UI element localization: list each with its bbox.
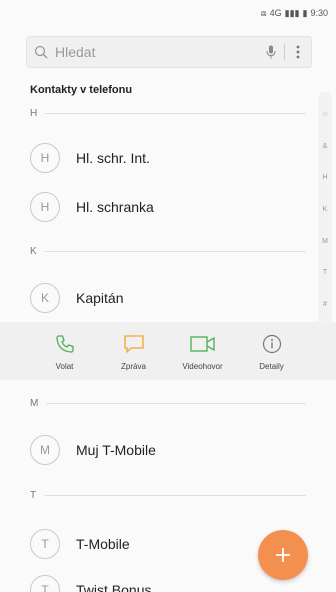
video-icon bbox=[189, 332, 216, 356]
add-contact-button[interactable] bbox=[258, 530, 308, 580]
group-header-h: H bbox=[30, 108, 306, 119]
contact-item[interactable]: T Twist Bonus bbox=[30, 572, 300, 592]
index-letter-m[interactable]: M bbox=[322, 238, 328, 245]
contact-name: Hl. schranka bbox=[76, 199, 154, 215]
index-letter-t[interactable]: T bbox=[323, 269, 327, 276]
divider bbox=[45, 113, 306, 114]
signal-icon: ▮▮▮ bbox=[284, 7, 300, 18]
contact-item[interactable]: H Hl. schr. Int. bbox=[30, 140, 300, 176]
details-button[interactable]: Detaily bbox=[242, 332, 302, 371]
status-bar: ⧈ 4G ▮▮▮ ▮ 9:30 bbox=[0, 0, 336, 26]
index-favorites[interactable]: ☆ bbox=[322, 110, 328, 118]
call-label: Volat bbox=[55, 361, 74, 371]
call-button[interactable]: Volat bbox=[35, 332, 95, 371]
contact-name: Twist Bonus bbox=[76, 582, 152, 592]
contact-actions-bar: Volat Zpráva Videohovor Detaily bbox=[0, 322, 336, 380]
alphabet-index-scroller[interactable]: ☆ & H K M T # bbox=[318, 92, 332, 326]
message-button[interactable]: Zpráva bbox=[104, 332, 164, 371]
more-options-icon[interactable] bbox=[285, 45, 311, 59]
index-letter-k[interactable]: K bbox=[323, 206, 328, 213]
contact-name: Kapitán bbox=[76, 290, 124, 306]
search-bar[interactable]: Hledat bbox=[26, 36, 312, 68]
message-label: Zpráva bbox=[121, 361, 146, 371]
contact-name: Hl. schr. Int. bbox=[76, 150, 150, 166]
contact-item[interactable]: K Kapitán bbox=[30, 280, 300, 316]
divider bbox=[44, 495, 306, 496]
avatar: H bbox=[30, 192, 60, 222]
details-label: Detaily bbox=[259, 361, 284, 371]
divider bbox=[44, 251, 306, 252]
contact-item[interactable]: H Hl. schranka bbox=[30, 189, 300, 225]
plus-icon bbox=[276, 548, 290, 562]
group-letter: M bbox=[30, 398, 39, 409]
index-hash[interactable]: # bbox=[323, 301, 327, 308]
group-letter: K bbox=[30, 246, 37, 257]
divider bbox=[46, 403, 306, 404]
search-icon bbox=[27, 45, 55, 59]
network-type: 4G bbox=[269, 8, 282, 18]
avatar: T bbox=[30, 575, 60, 592]
info-icon bbox=[262, 332, 282, 356]
contact-name: T-Mobile bbox=[76, 536, 130, 552]
phone-icon bbox=[55, 332, 75, 356]
group-header-m: M bbox=[30, 398, 306, 409]
avatar: K bbox=[30, 283, 60, 313]
group-letter: T bbox=[30, 490, 37, 501]
index-symbols[interactable]: & bbox=[323, 143, 328, 150]
video-call-button[interactable]: Videohovor bbox=[173, 332, 233, 371]
group-letter: H bbox=[30, 108, 38, 119]
avatar: M bbox=[30, 435, 60, 465]
avatar: T bbox=[30, 529, 60, 559]
contact-name: Muj T-Mobile bbox=[76, 442, 156, 458]
group-header-k: K bbox=[30, 246, 306, 257]
status-time: 9:30 bbox=[310, 8, 328, 18]
group-header-t: T bbox=[30, 490, 306, 501]
message-icon bbox=[123, 332, 145, 356]
sim-icon: ⧈ bbox=[260, 7, 267, 18]
section-title: Kontakty v telefonu bbox=[30, 84, 133, 96]
avatar: H bbox=[30, 143, 60, 173]
index-letter-h[interactable]: H bbox=[322, 174, 327, 181]
mic-icon[interactable] bbox=[258, 45, 284, 59]
search-input[interactable]: Hledat bbox=[55, 44, 258, 60]
video-call-label: Videohovor bbox=[182, 361, 223, 371]
contact-item[interactable]: M Muj T-Mobile bbox=[30, 432, 300, 468]
battery-icon: ▮ bbox=[302, 7, 308, 18]
